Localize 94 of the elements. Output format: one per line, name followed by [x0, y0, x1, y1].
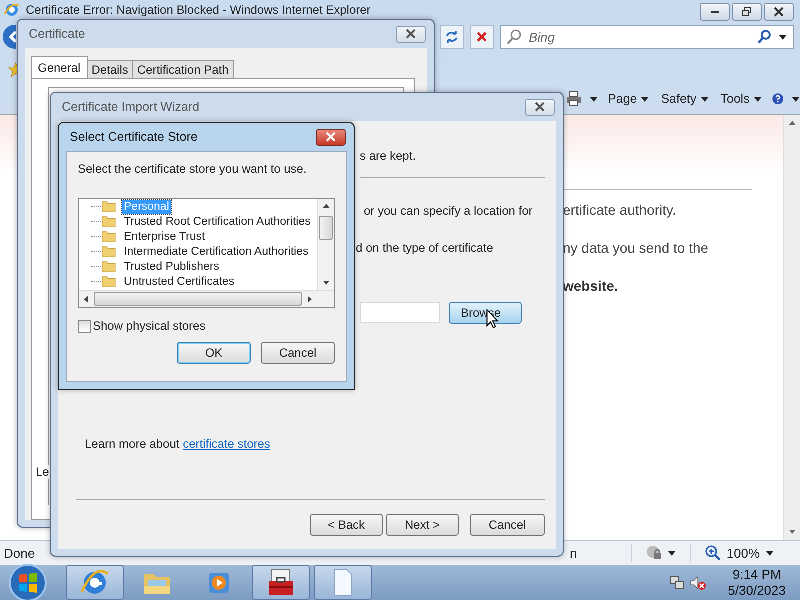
scroll-thumb[interactable] — [319, 216, 333, 240]
folder-icon — [101, 230, 117, 243]
folder-icon — [101, 245, 117, 258]
page-text: website. — [563, 278, 620, 294]
store-item[interactable]: Trusted Publishers — [122, 260, 222, 274]
taskbar-button[interactable] — [252, 565, 310, 600]
status-text: n — [570, 546, 578, 560]
window-title: Certificate Error: Navigation Blocked - Windows Internet Explorer — [26, 2, 371, 16]
stop-button[interactable] — [470, 25, 494, 49]
folder-icon — [101, 275, 117, 288]
caret-icon — [754, 96, 762, 102]
refresh-button[interactable] — [440, 25, 464, 49]
protected-mode-icon[interactable] — [646, 545, 662, 561]
store-item[interactable]: Trusted Root Certification Authorities — [122, 214, 313, 228]
dropdown-caret-icon[interactable] — [766, 550, 774, 556]
folder-icon — [101, 260, 117, 273]
network-icon[interactable] — [670, 574, 686, 590]
store-list[interactable]: Personal Trusted Root Certification Authorities Enterprise Trust Intermediate Certification Authorities Trusted Publishers Untrusted Certificates — [78, 198, 335, 308]
checkbox-label[interactable]: Show physical stores — [93, 319, 206, 333]
refresh-icon — [444, 29, 460, 45]
scrollbar[interactable] — [783, 115, 800, 540]
page-text: ertificate authority. — [563, 202, 678, 218]
scroll-up-icon — [322, 204, 330, 208]
panel-text: Le — [36, 465, 50, 479]
folder-icon — [101, 200, 117, 213]
folder-icon — [101, 215, 117, 228]
zoom-icon[interactable] — [704, 545, 721, 561]
command-menu[interactable]: Page — [606, 92, 652, 106]
search-icon[interactable] — [757, 29, 773, 45]
scroll-right-icon — [308, 296, 312, 302]
wizard-text: s are kept. — [360, 149, 418, 163]
caret-icon — [641, 96, 650, 102]
scroll-thumb[interactable] — [94, 292, 302, 306]
wizard-button[interactable]: < Back — [310, 514, 383, 536]
tab[interactable]: Details — [86, 60, 134, 78]
scroll-left-icon — [84, 296, 88, 302]
store-item[interactable]: Enterprise Trust — [122, 230, 208, 244]
store-field[interactable] — [360, 302, 440, 323]
certificate-stores-link[interactable]: certificate stores — [183, 437, 270, 451]
wizard-text: d on the type of certificate — [356, 241, 494, 255]
taskbar-button[interactable] — [66, 565, 124, 600]
store-item[interactable]: Untrusted Certificates — [122, 274, 237, 288]
clock-time[interactable]: 9:14 PM — [732, 566, 782, 582]
taskbar-button[interactable] — [314, 565, 372, 600]
page-text: ny data you send to the — [563, 240, 710, 256]
volume-muted-icon[interactable] — [690, 574, 706, 590]
dialog-title: Certificate — [29, 27, 86, 41]
clock-date[interactable]: 5/30/2023 — [728, 582, 786, 598]
dialog-title: Select Certificate Store — [70, 130, 198, 144]
close-icon — [773, 6, 785, 16]
scroll-down-icon — [788, 530, 796, 534]
scroll-up-icon — [788, 121, 796, 125]
dropdown-caret-icon[interactable] — [590, 96, 598, 102]
search-icon — [507, 29, 523, 45]
scroll-down-icon — [322, 281, 330, 285]
prompt-text: Select the certificate store you want to use. — [78, 162, 308, 176]
tab[interactable]: General — [31, 56, 88, 78]
dropdown-caret-icon[interactable] — [792, 96, 800, 102]
restore-button[interactable] — [732, 2, 762, 20]
caret-icon — [700, 96, 709, 102]
close-button[interactable] — [316, 128, 346, 146]
checkbox[interactable] — [78, 320, 91, 332]
search-field[interactable]: Bing — [500, 25, 794, 49]
dialog-title: Certificate Import Wizard — [62, 100, 200, 114]
browser-logo-icon — [4, 2, 20, 18]
close-icon — [405, 29, 417, 39]
wizard-text: or you can specify a location for — [364, 204, 534, 218]
dropdown-caret-icon[interactable] — [668, 550, 676, 556]
minimize-button[interactable] — [700, 2, 730, 20]
dialog-button[interactable]: OK — [177, 342, 251, 364]
start-button[interactable] — [8, 562, 48, 600]
favorites-star-icon[interactable] — [8, 62, 17, 78]
close-button[interactable] — [764, 2, 794, 20]
close-icon — [325, 132, 337, 142]
zoom-level[interactable]: 100% — [726, 546, 760, 560]
tab[interactable]: Certification Path — [132, 60, 234, 78]
wizard-button[interactable]: Next > — [386, 514, 459, 536]
minimize-icon — [711, 10, 719, 12]
scrollbar[interactable] — [317, 199, 334, 290]
status-text: Done — [4, 546, 36, 560]
command-menu[interactable]: Tools — [718, 92, 764, 106]
learn-more-text: Learn more about certificate stores — [85, 437, 272, 451]
wizard-button[interactable]: Cancel — [470, 514, 545, 536]
dropdown-caret-icon[interactable] — [779, 34, 787, 40]
command-menu[interactable]: Safety — [659, 92, 711, 106]
restore-icon — [741, 6, 753, 16]
close-button[interactable] — [525, 98, 555, 116]
store-item[interactable]: Intermediate Certification Authorities — [122, 244, 311, 258]
close-button[interactable] — [396, 26, 426, 42]
toolbox-icon — [266, 568, 296, 598]
scrollbar[interactable] — [79, 290, 334, 307]
dialog-button[interactable]: Cancel — [261, 342, 335, 364]
print-icon[interactable] — [566, 91, 582, 107]
close-icon — [534, 102, 546, 112]
